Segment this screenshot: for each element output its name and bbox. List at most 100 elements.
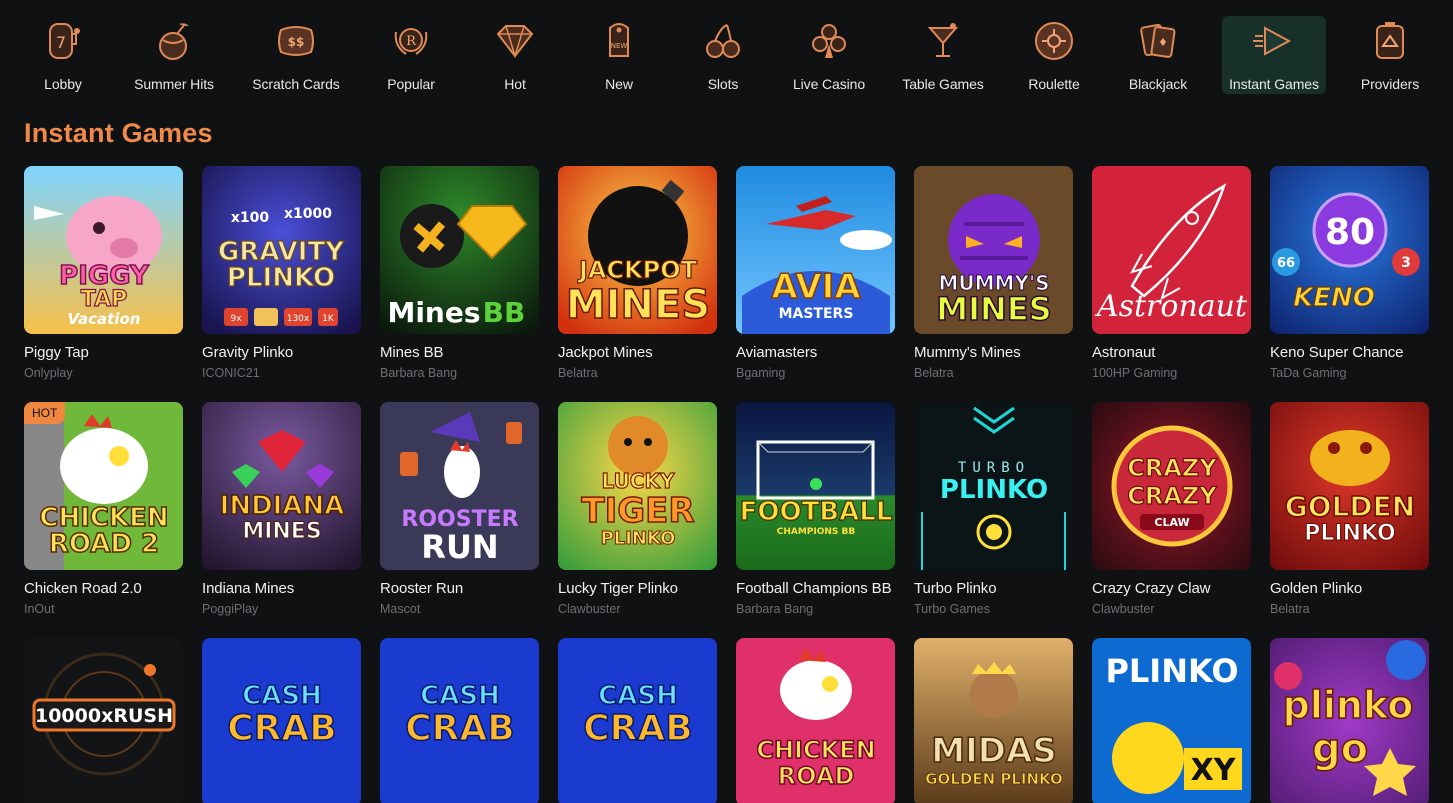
- game-thumbnail[interactable]: plinko go: [1270, 638, 1429, 803]
- game-card-cash-crab-3[interactable]: CASH CRAB: [558, 638, 718, 803]
- game-card-indiana-mines[interactable]: INDIANA MINES Indiana Mines PoggiPlay: [202, 402, 362, 616]
- game-thumbnail[interactable]: CHICKEN ROAD 2 HOT: [24, 402, 183, 570]
- nav-label: Popular: [387, 76, 435, 92]
- game-card-jackpot-mines[interactable]: JACKPOT MINES Jackpot Mines Belatra: [558, 166, 718, 380]
- game-card-golden-plinko[interactable]: GOLDEN PLINKO Golden Plinko Belatra: [1270, 402, 1430, 616]
- game-card-cash-crab[interactable]: CASH CRAB: [202, 638, 362, 803]
- game-title: Chicken Road 2.0: [24, 580, 142, 597]
- game-thumbnail[interactable]: x100 x1000 GRAVITY PLINKO 9x 130x 1K: [202, 166, 361, 334]
- game-title: Turbo Plinko: [914, 580, 997, 597]
- game-card-midas-golden-plinko[interactable]: MIDAS GOLDEN PLINKO: [914, 638, 1074, 803]
- svg-text:KENO: KENO: [1293, 283, 1375, 313]
- game-provider: ICONIC21: [202, 366, 260, 380]
- svg-text:1K: 1K: [322, 314, 335, 324]
- game-card-mines-bb[interactable]: Mines BB Mines BB Barbara Bang: [380, 166, 540, 380]
- game-thumbnail[interactable]: CHICKEN ROAD: [736, 638, 895, 803]
- nav-item-live-casino[interactable]: Live Casino: [777, 16, 881, 94]
- game-card-plinko-go[interactable]: plinko go: [1270, 638, 1430, 803]
- nav-item-instant-games[interactable]: Instant Games: [1222, 16, 1326, 94]
- game-card-football-champions-bb[interactable]: FOOTBALL CHAMPIONS BB Football Champions …: [736, 402, 896, 616]
- nav-item-popular[interactable]: R Popular: [359, 16, 463, 94]
- nav-item-summer-hits[interactable]: Summer Hits: [122, 16, 226, 94]
- game-thumbnail[interactable]: CRAZY CRAZY CLAW: [1092, 402, 1251, 570]
- nav-item-roulette[interactable]: Roulette: [1002, 16, 1106, 94]
- game-card-mummys-mines[interactable]: MUMMY'S MINES Mummy's Mines Belatra: [914, 166, 1074, 380]
- game-card-aviamasters[interactable]: AVIA MASTERS Aviamasters Bgaming: [736, 166, 896, 380]
- game-thumbnail[interactable]: AVIA MASTERS: [736, 166, 895, 334]
- game-thumbnail[interactable]: FOOTBALL CHAMPIONS BB: [736, 402, 895, 570]
- svg-text:MINES: MINES: [566, 282, 710, 328]
- svg-text:x1000: x1000: [284, 206, 332, 222]
- svg-text:plinko: plinko: [1283, 683, 1414, 727]
- nav-item-table-games[interactable]: Table Games: [891, 16, 995, 94]
- game-thumbnail[interactable]: 80 66 3 KENO: [1270, 166, 1429, 334]
- svg-text:80: 80: [1325, 212, 1375, 253]
- svg-text:CRAB: CRAB: [405, 708, 514, 749]
- game-card-chicken-road[interactable]: CHICKEN ROAD: [736, 638, 896, 803]
- game-thumbnail[interactable]: CASH CRAB: [202, 638, 361, 803]
- game-provider: Belatra: [558, 366, 598, 380]
- svg-text:PLINKO: PLINKO: [1304, 521, 1396, 546]
- game-thumbnail[interactable]: Mines BB: [380, 166, 539, 334]
- game-provider: Onlyplay: [24, 366, 73, 380]
- svg-text:ROAD 2: ROAD 2: [49, 529, 159, 559]
- svg-text:PLINKO: PLINKO: [1105, 652, 1238, 690]
- game-thumbnail[interactable]: MIDAS GOLDEN PLINKO: [914, 638, 1073, 803]
- game-thumbnail[interactable]: CASH CRAB: [380, 638, 539, 803]
- svg-text:Vacation: Vacation: [68, 310, 141, 328]
- nav-item-new[interactable]: NEW New: [567, 16, 671, 94]
- game-card-crazy-crazy-claw[interactable]: CRAZY CRAZY CLAW Crazy Crazy Claw Clawbust…: [1092, 402, 1252, 616]
- game-card-keno-super-chance[interactable]: 80 66 3 KENO Keno Super Chance TaDa Gaming: [1270, 166, 1430, 380]
- svg-text:GOLDEN PLINKO: GOLDEN PLINKO: [925, 770, 1062, 788]
- game-card-chicken-road-2[interactable]: CHICKEN ROAD 2 HOT Chicken Road 2.0 InOut: [24, 402, 184, 616]
- game-card-turbo-plinko[interactable]: TURBO PLINKO Turbo Plinko Turbo Games: [914, 402, 1074, 616]
- category-nav: 7 Lobby Summer Hits $$ Scratch Cards R P…: [0, 0, 1453, 100]
- game-thumbnail[interactable]: JACKPOT MINES: [558, 166, 717, 334]
- game-title: Astronaut: [1092, 344, 1156, 361]
- game-thumbnail[interactable]: PIGGY TAP Vacation: [24, 166, 183, 334]
- nav-item-lobby[interactable]: 7 Lobby: [11, 16, 115, 94]
- play-rocket-icon: [1251, 18, 1297, 64]
- game-card-piggy-tap[interactable]: PIGGY TAP Vacation Piggy Tap Onlyplay: [24, 166, 184, 380]
- game-provider: 100HP Gaming: [1092, 366, 1178, 380]
- game-thumbnail[interactable]: PLINKO XY: [1092, 638, 1251, 803]
- game-card-gravity-plinko[interactable]: x100 x1000 GRAVITY PLINKO 9x 130x 1K Gravity P…: [202, 166, 362, 380]
- game-thumbnail[interactable]: GOLDEN PLINKO: [1270, 402, 1429, 570]
- game-card-astronaut[interactable]: Astronaut Astronaut 100HP Gaming: [1092, 166, 1252, 380]
- slot-seven-icon: 7: [40, 18, 86, 64]
- svg-text:NEW: NEW: [611, 42, 628, 50]
- game-thumbnail[interactable]: LUCKY TIGER PLINKO: [558, 402, 717, 570]
- game-card-10000x-rush[interactable]: 10000xRUSH: [24, 638, 184, 803]
- svg-text:INDIANA: INDIANA: [220, 491, 345, 521]
- game-provider: Clawbuster: [1092, 602, 1155, 616]
- game-card-lucky-tiger-plinko[interactable]: LUCKY TIGER PLINKO Lucky Tiger Plinko Claw…: [558, 402, 718, 616]
- game-title: Lucky Tiger Plinko: [558, 580, 678, 597]
- game-card-plinko-xy[interactable]: PLINKO XY: [1092, 638, 1252, 803]
- game-title: Gravity Plinko: [202, 344, 294, 361]
- game-thumbnail[interactable]: ROOSTER RUN: [380, 402, 539, 570]
- svg-text:CLAW: CLAW: [1154, 516, 1189, 529]
- game-thumbnail[interactable]: CASH CRAB: [558, 638, 717, 803]
- svg-text:CHAMPIONS BB: CHAMPIONS BB: [777, 527, 856, 537]
- svg-text:10000xRUSH: 10000xRUSH: [35, 705, 173, 727]
- svg-text:MINES: MINES: [936, 290, 1051, 328]
- game-card-rooster-run[interactable]: ROOSTER RUN Rooster Run Mascot: [380, 402, 540, 616]
- svg-text:JACKPOT: JACKPOT: [577, 256, 698, 284]
- game-thumbnail[interactable]: INDIANA MINES: [202, 402, 361, 570]
- game-provider: Mascot: [380, 602, 421, 616]
- nav-item-blackjack[interactable]: Blackjack: [1106, 16, 1210, 94]
- nav-item-providers[interactable]: Providers: [1338, 16, 1442, 94]
- nav-item-scratch-cards[interactable]: $$ Scratch Cards: [244, 16, 348, 94]
- game-thumbnail[interactable]: Astronaut: [1092, 166, 1251, 334]
- nav-item-slots[interactable]: Slots: [671, 16, 775, 94]
- game-card-cash-crab-2[interactable]: CASH CRAB: [380, 638, 540, 803]
- nav-label: Summer Hits: [134, 76, 214, 92]
- svg-text:TURBO: TURBO: [958, 460, 1030, 476]
- svg-text:AVIA: AVIA: [771, 267, 861, 307]
- nav-item-hot[interactable]: Hot: [463, 16, 567, 94]
- game-provider: Clawbuster: [558, 602, 621, 616]
- game-thumbnail[interactable]: MUMMY'S MINES: [914, 166, 1073, 334]
- game-thumbnail[interactable]: 10000xRUSH: [24, 638, 183, 803]
- playing-cards-icon: [1135, 18, 1181, 64]
- game-thumbnail[interactable]: TURBO PLINKO: [914, 402, 1073, 570]
